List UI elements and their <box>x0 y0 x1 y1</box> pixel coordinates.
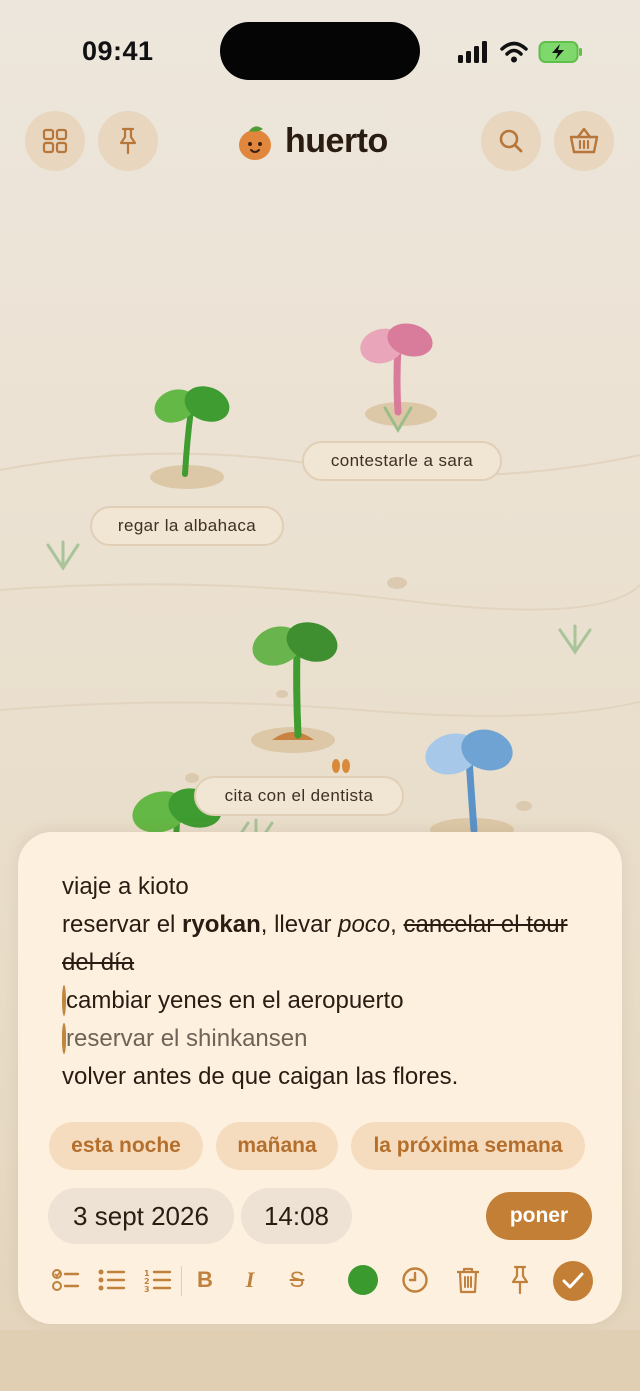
pebble <box>276 690 288 698</box>
task-item[interactable]: cambiar yenes en el aeropuerto <box>62 982 592 1020</box>
delete-button[interactable] <box>450 1262 486 1298</box>
date-field[interactable]: 3 sept 2026 <box>48 1188 234 1244</box>
grass-tuft <box>558 624 592 655</box>
bullet-list-icon <box>98 1269 126 1291</box>
italic-button[interactable]: I <box>232 1262 268 1298</box>
pin-icon <box>511 1265 529 1295</box>
bold-button[interactable]: B <box>187 1262 223 1298</box>
reminder-button[interactable] <box>397 1262 433 1298</box>
grid-button[interactable] <box>25 111 85 171</box>
pebble <box>387 577 407 589</box>
battery-charging-icon <box>538 41 582 63</box>
svg-text:3: 3 <box>144 1285 150 1292</box>
plant-pink[interactable] <box>356 319 437 433</box>
bullet-list-button[interactable] <box>94 1262 130 1298</box>
pebble <box>185 773 199 783</box>
plant-dentist[interactable] <box>247 616 342 753</box>
status-icons <box>458 40 584 64</box>
italic-icon: I <box>245 1267 255 1292</box>
color-dot-icon <box>348 1265 378 1295</box>
grass-tuft <box>46 540 80 571</box>
task-label: cambiar yenes en el aeropuerto <box>66 987 404 1014</box>
checklist-icon <box>52 1269 80 1291</box>
wifi-icon <box>500 41 528 63</box>
tangerine-mascot-icon <box>239 125 271 160</box>
signal-icon <box>458 41 487 63</box>
search-icon <box>499 129 523 153</box>
check-icon <box>562 1272 584 1289</box>
toolbar-divider <box>181 1266 182 1296</box>
trash-icon <box>457 1267 479 1294</box>
basket-icon <box>569 127 599 154</box>
plant-label-sara[interactable]: contestarle a sara <box>302 441 502 481</box>
plant-basil[interactable] <box>150 380 235 489</box>
grid-icon <box>42 128 68 154</box>
time-field[interactable]: 14:08 <box>241 1188 352 1244</box>
bottom-area <box>0 1330 640 1391</box>
set-reminder-button[interactable]: poner <box>486 1192 592 1240</box>
color-button[interactable] <box>345 1262 381 1298</box>
basket-button[interactable] <box>554 111 614 171</box>
search-button[interactable] <box>481 111 541 171</box>
strikethrough-icon: S <box>289 1267 305 1292</box>
note-text[interactable]: viaje a kioto reservar el ryokan, llevar… <box>62 868 592 1096</box>
pebble <box>516 801 532 811</box>
plant-blue[interactable] <box>421 724 518 840</box>
bold-icon: B <box>197 1267 213 1292</box>
note-editor-card: viaje a kioto reservar el ryokan, llevar… <box>18 832 622 1324</box>
dynamic-island <box>220 22 420 80</box>
note-title: viaje a kioto <box>62 873 189 900</box>
plant-label-basil[interactable]: regar la albahaca <box>90 506 284 546</box>
chip-next-week[interactable]: la próxima semana <box>351 1122 585 1170</box>
clock-icon <box>402 1267 428 1293</box>
checklist-button[interactable] <box>48 1262 84 1298</box>
pin-note-button[interactable] <box>502 1262 538 1298</box>
numbered-list-icon: 1 2 3 <box>144 1269 172 1292</box>
plant-label-dentist[interactable]: cita con el dentista <box>194 776 404 816</box>
brand: huerto <box>237 122 388 161</box>
chip-tomorrow[interactable]: mañana <box>216 1122 338 1170</box>
note-last-line: volver antes de que caigan las flores. <box>62 1063 459 1090</box>
numbered-list-button[interactable]: 1 2 3 <box>140 1262 176 1298</box>
garden[interactable]: contestarle a sara regar la albahaca cit… <box>0 190 640 840</box>
app-title: huerto <box>285 122 388 160</box>
butterfly-icon <box>332 759 350 773</box>
status-time: 09:41 <box>82 36 154 66</box>
pin-button[interactable] <box>98 111 158 171</box>
strikethrough-button[interactable]: S <box>279 1262 315 1298</box>
chip-tonight[interactable]: esta noche <box>49 1122 203 1170</box>
task-label: reservar el shinkansen <box>66 1025 308 1052</box>
done-button[interactable] <box>553 1261 593 1301</box>
pin-icon <box>119 127 137 155</box>
note-line-rich: reservar el ryokan, llevar poco, cancela… <box>62 911 568 976</box>
task-item-done[interactable]: reservar el shinkansen <box>62 1020 592 1058</box>
